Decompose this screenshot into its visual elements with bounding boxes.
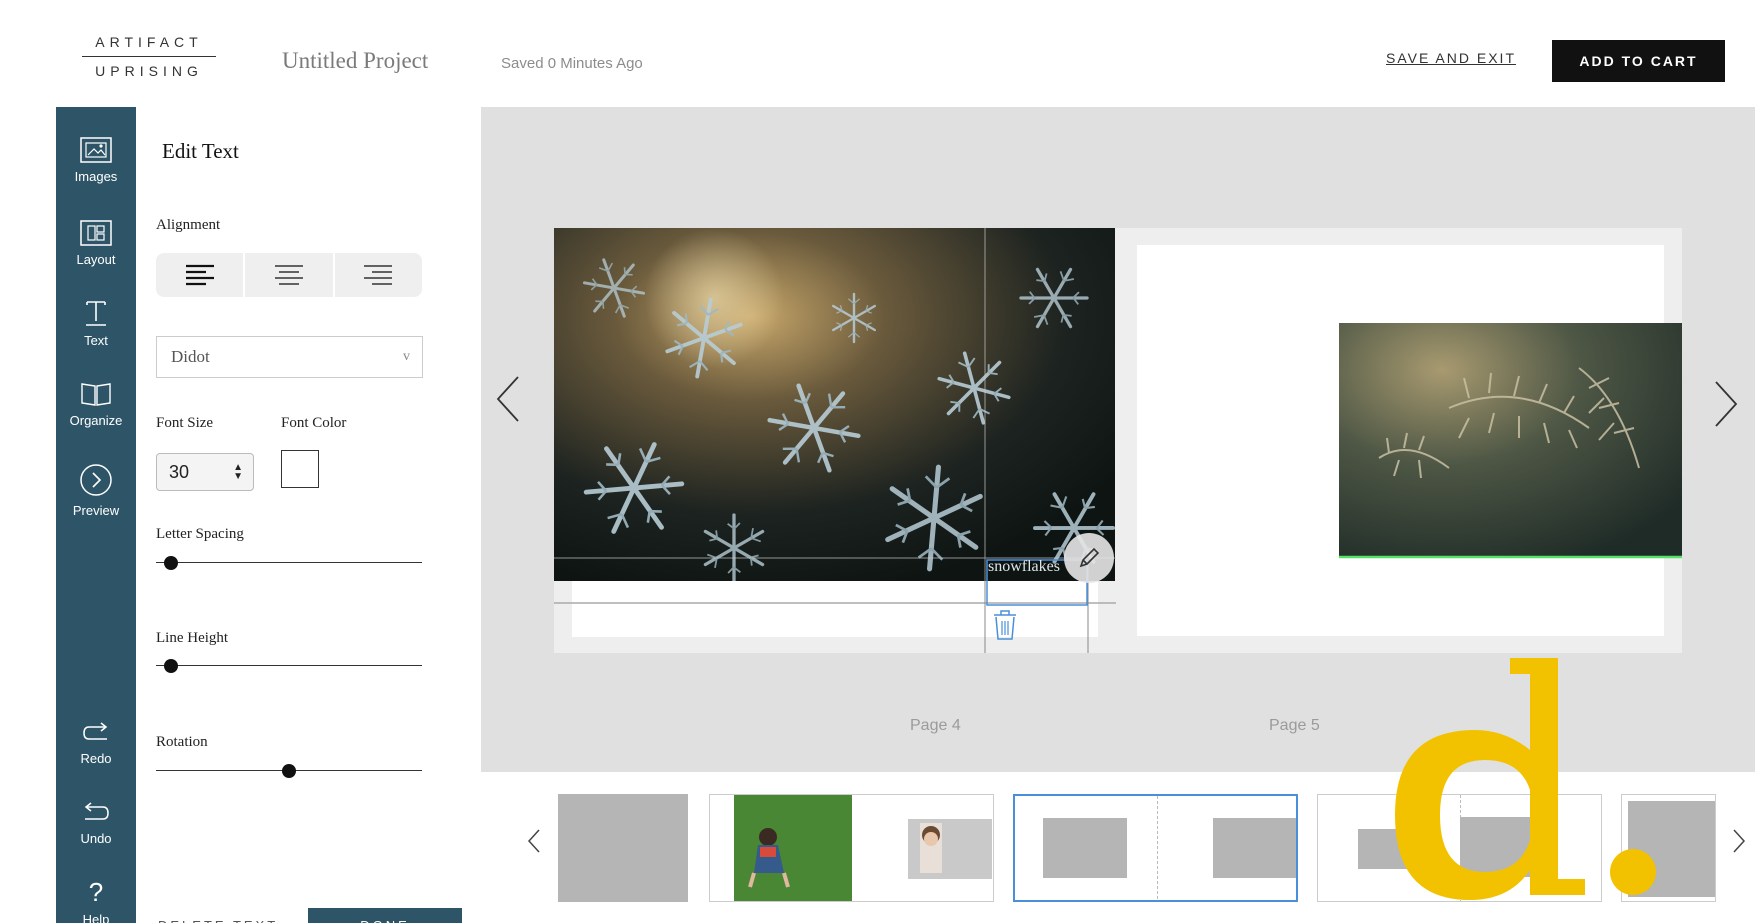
- align-left-button[interactable]: [156, 253, 246, 297]
- thumbnail-placeholder: [558, 794, 688, 902]
- rotation-slider[interactable]: [156, 763, 422, 779]
- thumbnail-cover[interactable]: [558, 794, 688, 902]
- brand-logo[interactable]: ARTIFACT UPRISING: [82, 34, 216, 79]
- trash-icon: [994, 610, 1016, 640]
- slider-track: [156, 562, 422, 563]
- thumbnail-spread-1[interactable]: [709, 794, 994, 902]
- thumbnail-spread-2-selected[interactable]: [1013, 794, 1298, 902]
- rail-item-images[interactable]: Images: [56, 137, 136, 184]
- font-family-select[interactable]: Didot v: [156, 336, 423, 378]
- rotation-label: Rotation: [156, 734, 208, 750]
- rail-item-undo[interactable]: Undo: [56, 801, 136, 846]
- rail-item-organize[interactable]: Organize: [56, 381, 136, 428]
- thumbnail-placeholder: [1213, 818, 1296, 878]
- saved-status: Saved 0 Minutes Ago: [501, 55, 643, 72]
- prev-spread-arrow[interactable]: [494, 374, 522, 433]
- spread-fold-line: [1157, 796, 1158, 900]
- rail-label-preview: Preview: [72, 503, 120, 518]
- undo-icon: [84, 802, 109, 820]
- thumbnail-spread-1-art: [734, 795, 992, 901]
- font-size-value: 30: [169, 461, 190, 482]
- logo-line2: UPRISING: [95, 63, 203, 79]
- slider-knob[interactable]: [164, 556, 178, 570]
- redo-icon: [83, 722, 108, 740]
- slider-knob[interactable]: [282, 764, 296, 778]
- align-left-icon: [185, 264, 214, 286]
- layout-icon: [80, 220, 112, 246]
- align-center-icon: [274, 265, 303, 285]
- page-5[interactable]: [1119, 228, 1682, 653]
- letter-spacing-slider[interactable]: [156, 555, 422, 571]
- help-icon: ?: [88, 877, 104, 907]
- page-4-artwork: [554, 228, 1125, 653]
- thumbnail-placeholder: [1043, 818, 1127, 878]
- page-5-artwork: [1119, 228, 1682, 653]
- save-and-exit-link[interactable]: SAVE AND EXIT: [1386, 50, 1516, 66]
- image-icon: [80, 137, 112, 163]
- logo-rule: [82, 56, 216, 57]
- slider-knob[interactable]: [164, 659, 178, 673]
- done-button[interactable]: DONE: [308, 908, 462, 923]
- chevron-down-icon: v: [403, 349, 410, 364]
- font-size-stepper[interactable]: 30 ▲ ▼: [156, 453, 254, 491]
- line-height-label: Line Height: [156, 630, 229, 646]
- alignment-label: Alignment: [156, 217, 221, 233]
- strip-next-arrow[interactable]: [1732, 828, 1746, 862]
- line-height-slider[interactable]: [156, 658, 422, 674]
- chevron-right-icon: [1733, 829, 1746, 853]
- edit-pencil-button[interactable]: [1064, 533, 1114, 583]
- spinner-icon: ▲ ▼: [233, 462, 243, 482]
- watermark-d-logo: [1395, 658, 1656, 900]
- add-to-cart-button[interactable]: ADD TO CART: [1552, 40, 1725, 82]
- rail-label-redo: Redo: [80, 751, 112, 766]
- caption-text[interactable]: snowflakes: [988, 558, 1060, 576]
- rail-item-redo[interactable]: Redo: [56, 721, 136, 766]
- strip-prev-arrow[interactable]: [527, 828, 541, 862]
- tool-rail: Images Layout Text Organize Preview Redo…: [56, 107, 136, 923]
- chevron-circle-icon: [80, 464, 112, 496]
- chevron-left-icon: [527, 829, 540, 853]
- font-color-label: Font Color: [281, 415, 347, 431]
- project-title[interactable]: Untitled Project: [282, 48, 428, 74]
- panel-title: Edit Text: [162, 139, 239, 163]
- text-icon: [86, 301, 106, 326]
- page-4[interactable]: snowflakes: [554, 228, 1125, 653]
- rail-label-images: Images: [74, 169, 118, 184]
- font-color-swatch[interactable]: [281, 450, 319, 488]
- page-5-label: Page 5: [1269, 717, 1320, 734]
- page-4-label: Page 4: [910, 717, 961, 734]
- book-icon: [81, 383, 111, 406]
- pencil-icon: [1079, 547, 1100, 568]
- rail-label-text: Text: [84, 333, 108, 348]
- chevron-right-icon: [1715, 381, 1738, 427]
- rail-item-text[interactable]: Text: [56, 297, 136, 348]
- delete-text-button[interactable]: DELETE TEXT: [158, 906, 308, 923]
- rail-label-organize: Organize: [69, 413, 123, 428]
- rail-label-undo: Undo: [80, 831, 112, 846]
- header: ARTIFACT UPRISING Untitled Project Saved…: [0, 0, 1755, 107]
- font-size-label: Font Size: [156, 415, 214, 431]
- next-spread-arrow[interactable]: [1712, 379, 1740, 438]
- font-family-value: Didot: [171, 347, 210, 366]
- align-right-button[interactable]: [335, 253, 422, 297]
- rail-item-help[interactable]: ? Help: [56, 877, 136, 923]
- alignment-group: [156, 253, 422, 297]
- letter-spacing-label: Letter Spacing: [156, 526, 244, 542]
- rail-label-help: Help: [82, 912, 110, 923]
- chevron-left-icon: [496, 376, 519, 422]
- edit-text-panel: Edit Text Alignment Didot v Font Size Fo…: [136, 107, 481, 923]
- logo-line1: ARTIFACT: [95, 34, 203, 50]
- rail-item-preview[interactable]: Preview: [56, 463, 136, 518]
- slider-track: [156, 665, 422, 666]
- align-center-button[interactable]: [245, 253, 335, 297]
- align-right-icon: [364, 265, 393, 285]
- rail-label-layout: Layout: [76, 252, 116, 267]
- rail-item-layout[interactable]: Layout: [56, 220, 136, 267]
- delete-element-button[interactable]: [991, 608, 1021, 644]
